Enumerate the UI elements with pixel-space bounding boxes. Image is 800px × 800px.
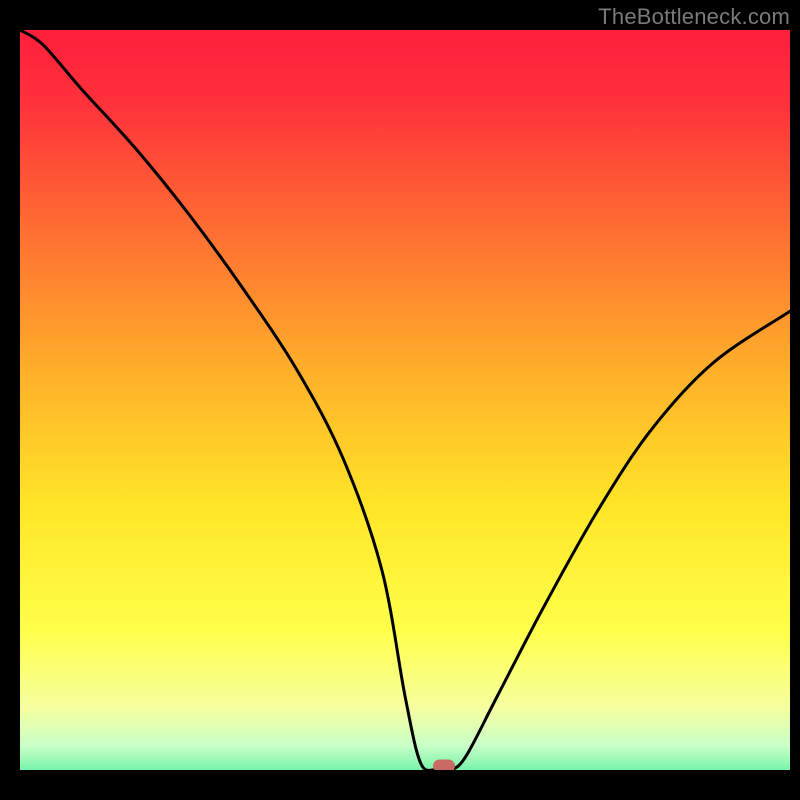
chart-root: TheBottleneck.com: [0, 0, 800, 800]
minimum-marker: [433, 760, 455, 771]
curve-path: [20, 30, 790, 770]
watermark-text: TheBottleneck.com: [598, 4, 790, 30]
bottleneck-curve: [20, 30, 790, 770]
plot-area: [20, 30, 790, 770]
